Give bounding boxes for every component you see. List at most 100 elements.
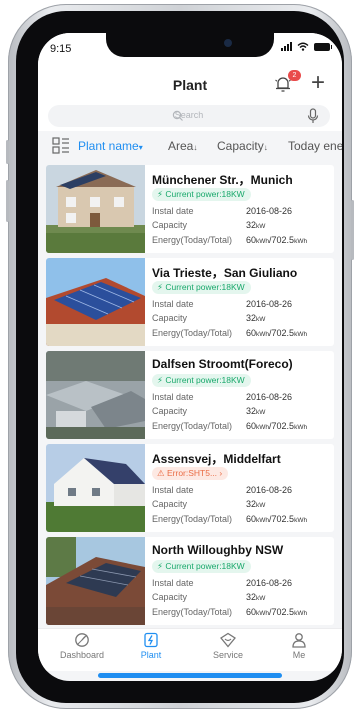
plant-card[interactable]: Münchener Str.，Munich ⚡ Current power:18… <box>46 165 334 253</box>
energy-total: 702.5 <box>271 421 295 431</box>
tab-label: Dashboard <box>59 650 105 660</box>
sort-label: Today ene <box>288 139 342 153</box>
dashboard-icon <box>75 633 89 647</box>
chevron-right-icon: › <box>217 468 223 478</box>
install-date-value: 2016-08-26 <box>246 578 293 588</box>
tab-plant[interactable]: Plant <box>119 632 183 660</box>
plant-name: Dalfsen Stroomt(Foreco) <box>152 357 293 371</box>
energy-unit: kWh <box>256 331 270 338</box>
plant-thumbnail <box>46 444 145 532</box>
plant-list: Münchener Str.，Munich ⚡ Current power:18… <box>38 162 342 628</box>
capacity-unit: kW <box>256 595 266 602</box>
sort-plant-name[interactable]: Plant name▾ <box>78 139 143 153</box>
sort-label: Plant name <box>78 139 139 153</box>
plant-card[interactable]: Dalfsen Stroomt(Foreco) ⚡ Current power:… <box>46 351 334 439</box>
sort-capacity[interactable]: Capacity↓ <box>217 139 268 153</box>
status-icons <box>281 42 332 51</box>
energy-today: 60 <box>246 514 257 524</box>
install-date-value: 2016-08-26 <box>246 206 293 216</box>
tab-label: Service <box>212 650 243 660</box>
install-date-label: Instal date <box>152 392 194 402</box>
install-date-label: Instal date <box>152 578 194 588</box>
plant-name: Münchener Str.，Munich <box>152 173 293 187</box>
status-badge: ⚡ Current power:18KW <box>152 188 251 201</box>
energy-label: Energy(Today/Total) <box>152 235 233 245</box>
tab-label: Me <box>292 650 306 660</box>
tab-dashboard[interactable]: Dashboard <box>50 632 114 660</box>
energy-label: Energy(Today/Total) <box>152 514 233 524</box>
energy-unit: kWh <box>256 517 270 524</box>
status-text: Current power:18KW <box>165 561 245 571</box>
search-placeholder: Search <box>174 110 204 120</box>
energy-total: 702.5 <box>271 607 295 617</box>
sort-area[interactable]: Area↓ <box>168 139 197 153</box>
install-date-value: 2016-08-26 <box>246 392 293 402</box>
plant-card[interactable]: Via Trieste，San Giuliano ⚡ Current power… <box>46 258 334 346</box>
energy-value: 60kWh/702.5kWh <box>246 328 308 338</box>
install-date-label: Instal date <box>152 299 194 309</box>
energy-value: 60kWh/702.5kWh <box>246 607 308 617</box>
list-view-icon[interactable] <box>52 137 70 155</box>
capacity-number: 32 <box>246 499 257 509</box>
status-badge: ⚡ Current power:18KW <box>152 281 251 294</box>
wifi-icon <box>297 42 309 51</box>
capacity-label: Capacity <box>152 313 188 323</box>
capacity-label: Capacity <box>152 592 188 602</box>
energy-unit: kWh <box>256 424 270 431</box>
tab-me[interactable]: Me <box>267 632 331 660</box>
capacity-number: 32 <box>246 592 257 602</box>
status-badge[interactable]: ⚠ Error:SHT5... › <box>152 467 229 480</box>
capacity-value: 32kW <box>246 220 265 230</box>
energy-today: 60 <box>246 328 257 338</box>
energy-label: Energy(Today/Total) <box>152 328 233 338</box>
microphone-icon[interactable] <box>306 108 320 124</box>
energy-value: 60kWh/702.5kWh <box>246 235 308 245</box>
tab-label: Plant <box>140 650 162 660</box>
sort-arrow-icon: ↓ <box>263 143 268 152</box>
search-input[interactable]: Search <box>48 105 330 127</box>
add-plant-button[interactable]: + <box>311 71 325 95</box>
battery-icon <box>314 42 332 51</box>
energy-unit: kWh <box>294 238 308 245</box>
capacity-unit: kW <box>256 502 266 509</box>
energy-label: Energy(Today/Total) <box>152 607 233 617</box>
sort-label: Capacity <box>217 139 264 153</box>
plant-name: Via Trieste，San Giuliano <box>152 266 298 280</box>
status-text: Error:SHT5... <box>166 468 218 478</box>
camera-icon <box>224 39 232 47</box>
plant-icon <box>144 632 158 648</box>
energy-total: 702.5 <box>271 514 295 524</box>
plant-card[interactable]: Assensvej，Middelfart ⚠ Error:SHT5... › I… <box>46 444 334 532</box>
status-text: Current power:18KW <box>165 375 245 385</box>
energy-unit: kWh <box>294 331 308 338</box>
energy-value: 60kWh/702.5kWh <box>246 514 308 524</box>
capacity-value: 32kW <box>246 592 265 602</box>
tab-service[interactable]: Service <box>196 632 260 660</box>
capacity-value: 32kW <box>246 313 265 323</box>
sort-arrow-icon: ↓ <box>193 143 198 152</box>
signal-icon <box>281 42 292 51</box>
warning-icon: ⚠ <box>157 468 167 478</box>
energy-today: 60 <box>246 607 257 617</box>
notification-badge: 2 <box>288 70 301 81</box>
install-date-value: 2016-08-26 <box>246 485 293 495</box>
sort-today-energy[interactable]: Today ene <box>288 139 342 153</box>
install-date-value: 2016-08-26 <box>246 299 293 309</box>
capacity-unit: kW <box>256 316 266 323</box>
header: Plant 2 + Search <box>38 65 342 131</box>
plant-thumbnail <box>46 537 145 625</box>
capacity-unit: kW <box>256 409 266 416</box>
capacity-number: 32 <box>246 406 257 416</box>
status-badge: ⚡ Current power:18KW <box>152 560 251 573</box>
energy-total: 702.5 <box>271 328 295 338</box>
energy-today: 60 <box>246 421 257 431</box>
notch <box>106 33 274 57</box>
plant-thumbnail <box>46 351 145 439</box>
energy-value: 60kWh/702.5kWh <box>246 421 308 431</box>
bottom-tab-bar: Dashboard Plant Service Me <box>38 628 342 671</box>
status-time: 9:15 <box>50 43 72 55</box>
plant-card[interactable]: North Willoughby NSW ⚡ Current power:18K… <box>46 537 334 625</box>
energy-label: Energy(Today/Total) <box>152 421 233 431</box>
sort-label: Area <box>168 139 194 153</box>
plant-name: North Willoughby NSW <box>152 543 284 557</box>
